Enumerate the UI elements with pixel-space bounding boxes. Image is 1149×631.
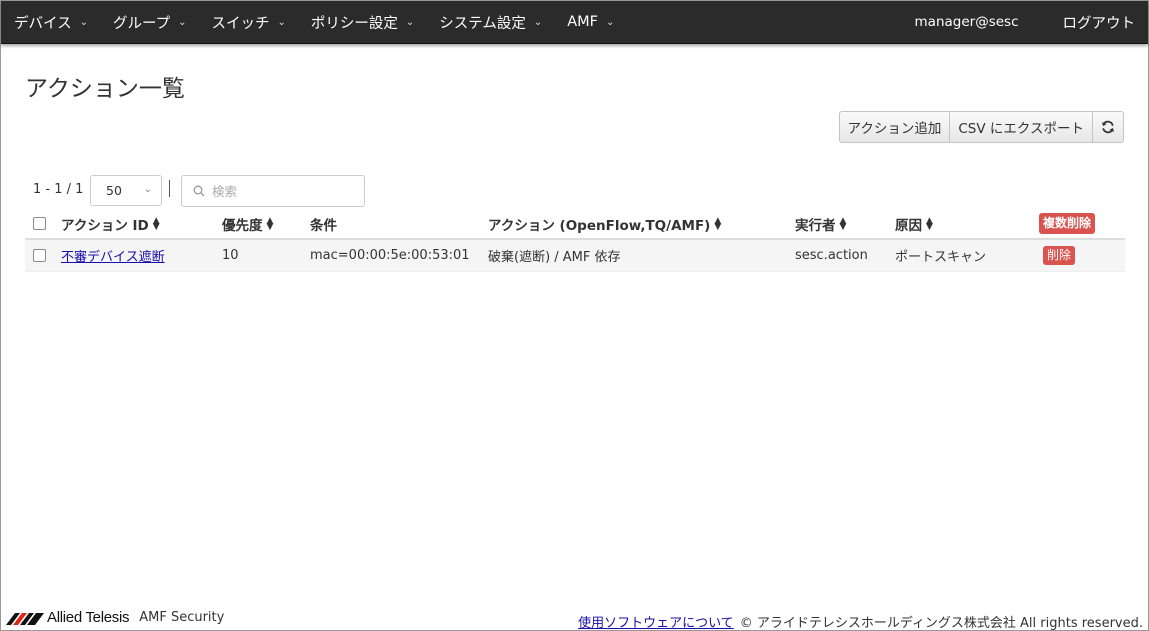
select-all-checkbox[interactable] <box>33 217 46 230</box>
header-priority[interactable]: 優先度 ▲ ▼ <box>222 209 273 238</box>
table-row: 不審デバイス遮断 10 mac=00:00:5e:00:53:01 破棄(遮断)… <box>25 240 1125 272</box>
row-checkbox[interactable] <box>33 249 46 262</box>
sort-icon: ▲ ▼ <box>152 215 160 232</box>
row-action: 破棄(遮断) / AMF 依存 <box>488 250 621 265</box>
header-cause[interactable]: 原因 ▲ ▼ <box>895 209 933 238</box>
bulk-delete-button[interactable]: 複数削除 <box>1039 213 1096 234</box>
nav-right: manager@sesc ログアウト <box>915 1 1148 44</box>
delete-button[interactable]: 削除 <box>1043 246 1076 265</box>
header-action-id[interactable]: アクション ID ▲ ▼ <box>61 209 160 238</box>
select-all-cell <box>33 209 46 238</box>
footer-right: 使用ソフトウェアについて © アライドテレシスホールディングス株式会社 All … <box>578 612 1143 631</box>
header-action[interactable]: アクション (OpenFlow,TQ/AMF) ▲ ▼ <box>488 209 721 238</box>
nav-devices-label: デバイス <box>14 15 72 32</box>
nav-switches[interactable]: スイッチ ⌄ <box>199 1 298 44</box>
action-toolbar: アクション追加 CSV にエクスポート <box>838 111 1124 143</box>
copyright-text: © アライドテレシスホールディングス株式会社 All rights reserv… <box>739 616 1143 631</box>
row-priority: 10 <box>222 248 239 263</box>
nav-system-label: システム設定 <box>439 15 526 32</box>
table-header: アクション ID ▲ ▼ 優先度 ▲ ▼ 条件 アクション (OpenFlow,TQ… <box>25 209 1125 240</box>
row-cause: ポートスキャン <box>895 250 987 265</box>
chevron-down-icon: ⌄ <box>405 16 415 28</box>
pagination-info: 1 - 1 / 1 <box>33 182 84 197</box>
chevron-down-icon: ⌄ <box>533 16 543 28</box>
header-action-id-label: アクション ID <box>61 217 149 234</box>
header-executor-label: 実行者 <box>795 217 836 234</box>
chevron-down-icon: ⌄ <box>606 16 615 28</box>
page-size-select[interactable]: 50 ⌄ <box>90 175 162 206</box>
header-priority-label: 優先度 <box>222 217 263 234</box>
nav-policy[interactable]: ポリシー設定 ⌄ <box>298 1 426 44</box>
row-executor: sesc.action <box>795 248 868 263</box>
chevron-down-icon: ⌄ <box>79 16 88 28</box>
header-cause-label: 原因 <box>895 217 922 234</box>
bulk-delete-cell: 複数削除 <box>1039 209 1096 238</box>
nav-groups[interactable]: グループ ⌄ <box>100 1 199 44</box>
nav-switches-label: スイッチ <box>211 15 270 32</box>
nav-amf[interactable]: AMF ⌄ <box>554 1 626 44</box>
sort-icon: ▲ ▼ <box>714 215 722 232</box>
nav-policy-label: ポリシー設定 <box>310 15 398 32</box>
row-delete-cell: 削除 <box>1043 240 1076 271</box>
search-icon <box>193 185 205 197</box>
page-size-value: 50 <box>106 183 122 198</box>
row-condition: mac=00:00:5e:00:53:01 <box>310 248 470 263</box>
chevron-down-icon: ⌄ <box>143 184 152 195</box>
action-table: アクション ID ▲ ▼ 優先度 ▲ ▼ 条件 アクション (OpenFlow,TQ… <box>25 209 1125 272</box>
action-id-link[interactable]: 不審デバイス遮断 <box>61 246 165 265</box>
header-condition: 条件 <box>310 217 337 234</box>
search-box[interactable] <box>181 175 365 207</box>
export-csv-button[interactable]: CSV にエクスポート <box>949 111 1092 143</box>
sort-icon: ▲ ▼ <box>839 215 847 232</box>
search-input[interactable] <box>212 183 362 199</box>
footer-brand: Allied Telesis AMF Security <box>6 609 224 626</box>
refresh-icon <box>1101 120 1115 134</box>
nav-system[interactable]: システム設定 ⌄ <box>426 1 554 44</box>
row-action-id-cell: 不審デバイス遮断 <box>61 240 165 271</box>
header-action-label: アクション (OpenFlow,TQ/AMF) <box>488 217 711 234</box>
sort-icon: ▲ ▼ <box>266 215 274 232</box>
page-title: アクション一覧 <box>25 76 185 102</box>
add-action-button[interactable]: アクション追加 <box>838 111 950 143</box>
current-user: manager@sesc <box>914 14 1019 30</box>
logout-link[interactable]: ログアウト <box>1063 12 1149 33</box>
product-name: AMF Security <box>139 610 225 625</box>
chevron-down-icon: ⌄ <box>277 16 286 28</box>
about-software-link[interactable]: 使用ソフトウェアについて <box>578 612 734 631</box>
sort-icon: ▲ ▼ <box>926 215 933 232</box>
top-navbar: デバイス ⌄ グループ ⌄ スイッチ ⌄ ポリシー設定 ⌄ システム設定 ⌄ A… <box>1 1 1148 44</box>
chevron-down-icon: ⌄ <box>178 16 187 28</box>
nav-amf-label: AMF <box>567 14 599 30</box>
header-executor[interactable]: 実行者 ▲ ▼ <box>795 209 846 238</box>
logo-text: Allied Telesis <box>47 609 130 626</box>
refresh-button[interactable] <box>1092 111 1124 143</box>
separator <box>169 180 170 197</box>
allied-telesis-logo-icon <box>6 612 44 625</box>
nav-groups-label: グループ <box>112 15 171 32</box>
nav-devices[interactable]: デバイス ⌄ <box>1 1 100 44</box>
row-select-cell <box>33 240 46 271</box>
